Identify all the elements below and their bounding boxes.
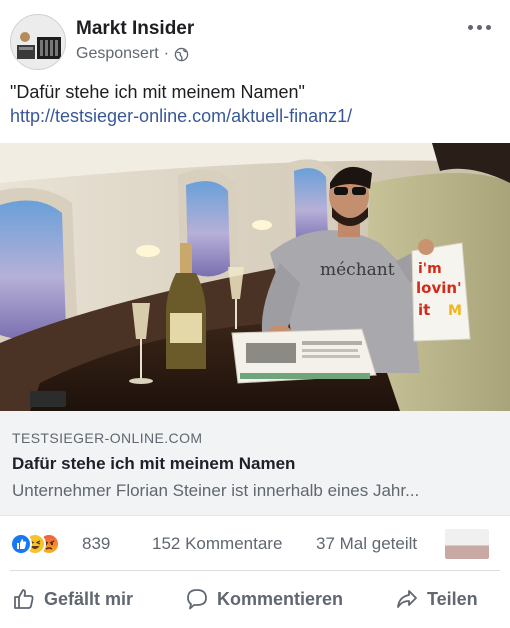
post-link[interactable]: http://testsieger-online.com/aktuell-fin… bbox=[10, 104, 500, 128]
share-button-label: Teilen bbox=[427, 588, 478, 609]
more-options-icon[interactable] bbox=[468, 20, 494, 34]
comment-icon bbox=[187, 589, 207, 610]
viewer-avatar[interactable] bbox=[445, 529, 489, 559]
reaction-bar: 839 152 Kommentare 37 Mal geteilt bbox=[10, 526, 500, 562]
bag-line-1: i'm bbox=[418, 261, 442, 277]
sponsored-post: Markt Insider Gesponsert · "Dafür stehe … bbox=[0, 0, 510, 628]
reaction-count[interactable]: 839 bbox=[82, 534, 110, 554]
bag-line-3: it bbox=[418, 301, 430, 319]
separator-dot: · bbox=[163, 45, 170, 62]
share-button[interactable]: Teilen bbox=[395, 574, 478, 624]
action-bar: Gefällt mir Kommentieren Teilen bbox=[0, 574, 510, 624]
bag-line-2: lovin' bbox=[416, 279, 462, 297]
comment-button-label: Kommentieren bbox=[217, 588, 344, 609]
shirt-text: méchant bbox=[320, 260, 395, 280]
reaction-icons[interactable] bbox=[10, 533, 76, 555]
comment-button[interactable]: Kommentieren bbox=[185, 574, 343, 624]
preview-title[interactable]: Dafür stehe ich mit meinem Namen bbox=[12, 454, 295, 474]
post-text: "Dafür stehe ich mit meinem Namen" bbox=[10, 82, 305, 102]
post-image[interactable]: méchant i'm lovin' it M bbox=[0, 143, 510, 411]
globe-icon bbox=[174, 47, 189, 61]
page-name[interactable]: Markt Insider bbox=[76, 18, 194, 40]
sponsored-label[interactable]: Gesponsert bbox=[76, 45, 159, 63]
like-icon bbox=[10, 533, 32, 555]
share-arrow-icon bbox=[397, 590, 417, 608]
sponsored-row: Gesponsert · bbox=[76, 45, 189, 63]
preview-description: Unternehmer Florian Steiner ist innerhal… bbox=[12, 481, 420, 500]
like-button[interactable]: Gefällt mir bbox=[12, 574, 133, 624]
page-avatar[interactable] bbox=[10, 14, 66, 70]
divider bbox=[10, 570, 500, 571]
like-button-label: Gefällt mir bbox=[44, 588, 134, 609]
svg-text:M: M bbox=[448, 303, 462, 319]
preview-domain: TESTSIEGER-ONLINE.COM bbox=[12, 430, 203, 446]
comment-count[interactable]: 152 Kommentare bbox=[152, 534, 282, 554]
thumbs-up-icon bbox=[14, 589, 34, 609]
post-header: Markt Insider Gesponsert · bbox=[10, 14, 500, 74]
link-preview[interactable]: TESTSIEGER-ONLINE.COM Dafür stehe ich mi… bbox=[0, 411, 510, 516]
share-count[interactable]: 37 Mal geteilt bbox=[316, 534, 417, 554]
